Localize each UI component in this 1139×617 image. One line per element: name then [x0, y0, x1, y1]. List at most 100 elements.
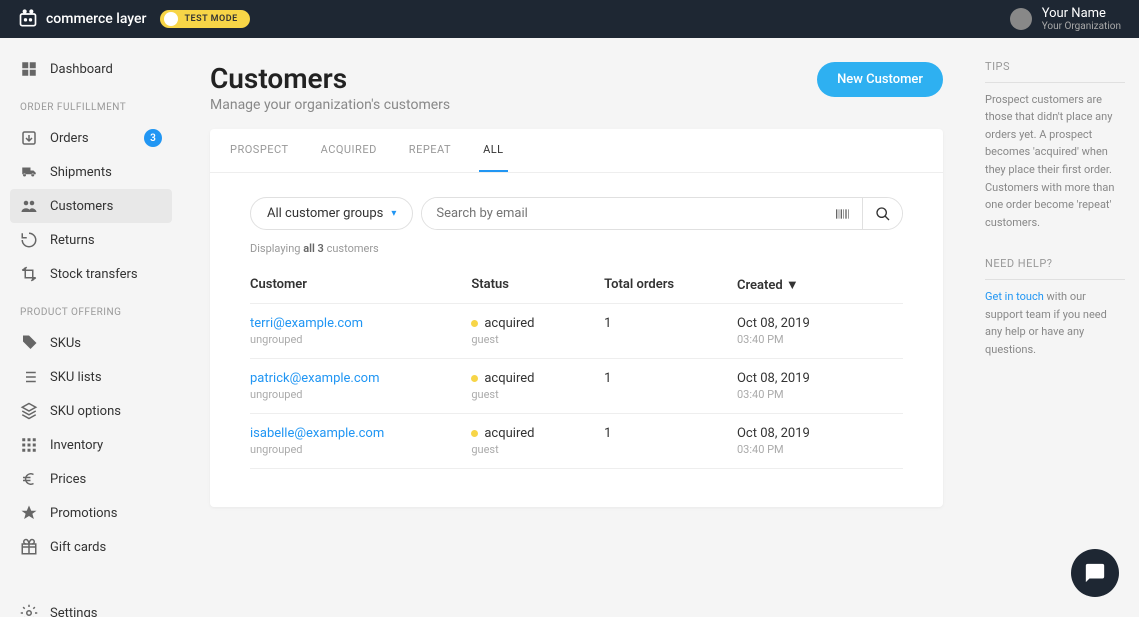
- brand-logo[interactable]: commerce layer: [18, 9, 146, 29]
- tab-all[interactable]: ALL: [479, 129, 508, 172]
- col-header-status[interactable]: Status: [471, 277, 604, 293]
- sidebar-label: SKUs: [50, 336, 81, 351]
- euro-icon: [20, 470, 38, 488]
- customer-role: guest: [471, 443, 604, 456]
- test-mode-badge[interactable]: TEST MODE: [160, 10, 249, 28]
- sidebar-label: Prices: [50, 472, 86, 487]
- sidebar-item-customers[interactable]: Customers: [10, 189, 172, 223]
- customer-email-link[interactable]: patrick@example.com: [250, 371, 471, 386]
- dropdown-label: All customer groups: [267, 206, 383, 221]
- displaying-count: Displaying all 3 customers: [250, 242, 903, 255]
- scan-button[interactable]: [822, 198, 862, 229]
- tips-body: Prospect customers are those that didn't…: [985, 91, 1125, 232]
- col-header-orders[interactable]: Total orders: [604, 277, 737, 293]
- chat-widget-button[interactable]: [1071, 549, 1119, 597]
- sidebar-label: Stock transfers: [50, 267, 138, 282]
- sidebar-item-returns[interactable]: Returns: [10, 223, 172, 257]
- people-icon: [20, 197, 38, 215]
- right-sidebar: TIPS Prospect customers are those that d…: [971, 38, 1139, 617]
- status-dot-icon: [471, 430, 478, 437]
- customer-group: ungrouped: [250, 388, 471, 401]
- search-button[interactable]: [862, 198, 902, 229]
- created-date: Oct 08, 2019: [737, 426, 903, 441]
- orders-icon: [20, 129, 38, 147]
- orders-badge: 3: [144, 129, 162, 147]
- tab-prospect[interactable]: PROSPECT: [226, 129, 293, 172]
- sidebar-item-orders[interactable]: Orders 3: [10, 121, 172, 155]
- customers-card: PROSPECT ACQUIRED REPEAT ALL All custome…: [210, 129, 943, 507]
- col-header-created[interactable]: Created ▼: [737, 277, 903, 293]
- sidebar-item-sku-lists[interactable]: SKU lists: [10, 360, 172, 394]
- created-date: Oct 08, 2019: [737, 316, 903, 331]
- sidebar-label: Inventory: [50, 438, 103, 453]
- sidebar-label: SKU options: [50, 404, 121, 419]
- get-in-touch-link[interactable]: Get in touch: [985, 290, 1044, 303]
- star-icon: [20, 504, 38, 522]
- status-dot-icon: [471, 320, 478, 327]
- tab-repeat[interactable]: REPEAT: [405, 129, 455, 172]
- sidebar-item-prices[interactable]: Prices: [10, 462, 172, 496]
- barcode-icon: [834, 206, 850, 222]
- new-customer-button[interactable]: New Customer: [817, 62, 943, 97]
- sidebar-item-settings[interactable]: Settings: [10, 596, 172, 617]
- sidebar-item-gift-cards[interactable]: Gift cards: [10, 530, 172, 564]
- search-icon: [875, 206, 891, 222]
- sidebar-item-skus[interactable]: SKUs: [10, 326, 172, 360]
- sidebar-label: Settings: [50, 606, 97, 617]
- orders-count: 1: [604, 316, 737, 331]
- sidebar-item-sku-options[interactable]: SKU options: [10, 394, 172, 428]
- test-mode-toggle-dot: [164, 12, 178, 26]
- customer-group: ungrouped: [250, 443, 471, 456]
- table-row[interactable]: terri@example.com ungrouped acquired gue…: [250, 304, 903, 359]
- sidebar-item-promotions[interactable]: Promotions: [10, 496, 172, 530]
- customer-email-link[interactable]: terri@example.com: [250, 316, 471, 331]
- created-date: Oct 08, 2019: [737, 371, 903, 386]
- tabs: PROSPECT ACQUIRED REPEAT ALL: [210, 129, 943, 173]
- table-row[interactable]: isabelle@example.com ungrouped acquired …: [250, 414, 903, 469]
- sidebar-item-stock-transfers[interactable]: Stock transfers: [10, 257, 172, 291]
- return-icon: [20, 231, 38, 249]
- created-time: 03:40 PM: [737, 388, 903, 401]
- status-dot-icon: [471, 375, 478, 382]
- sidebar-section-fulfillment: ORDER FULFILLMENT: [10, 86, 172, 121]
- table-header: Customer Status Total orders Created ▼: [250, 267, 903, 304]
- dashboard-icon: [20, 60, 38, 78]
- tag-icon: [20, 334, 38, 352]
- sidebar-item-dashboard[interactable]: Dashboard: [10, 52, 172, 86]
- created-time: 03:40 PM: [737, 443, 903, 456]
- tips-title: TIPS: [985, 58, 1125, 83]
- page-header: Customers Manage your organization's cus…: [210, 62, 943, 113]
- sidebar-label: Orders: [50, 131, 89, 146]
- topbar: commerce layer TEST MODE Your Name Your …: [0, 0, 1139, 38]
- sidebar-label: Shipments: [50, 165, 112, 180]
- filters: All customer groups ▾ Displaying: [210, 173, 943, 507]
- page-subtitle: Manage your organization's customers: [210, 97, 450, 113]
- search-input[interactable]: [422, 198, 822, 229]
- sidebar: Dashboard ORDER FULFILLMENT Orders 3 Shi…: [0, 38, 182, 617]
- customer-group-dropdown[interactable]: All customer groups ▾: [250, 197, 413, 230]
- help-body: Get in touch with our support team if yo…: [985, 288, 1125, 358]
- grid-icon: [20, 436, 38, 454]
- status-text: acquired: [484, 316, 534, 331]
- logo-icon: [18, 9, 38, 29]
- topbar-left: commerce layer TEST MODE: [18, 9, 250, 29]
- brand-name: commerce layer: [46, 11, 146, 27]
- search-wrap: [421, 197, 903, 230]
- customer-group: ungrouped: [250, 333, 471, 346]
- orders-count: 1: [604, 371, 737, 386]
- sidebar-label: Gift cards: [50, 540, 106, 555]
- sidebar-section-product: PRODUCT OFFERING: [10, 291, 172, 326]
- chat-icon: [1084, 562, 1106, 584]
- col-header-customer[interactable]: Customer: [250, 277, 471, 293]
- table-row[interactable]: patrick@example.com ungrouped acquired g…: [250, 359, 903, 414]
- main-content: Customers Manage your organization's cus…: [182, 38, 971, 617]
- status-text: acquired: [484, 426, 534, 441]
- sidebar-item-inventory[interactable]: Inventory: [10, 428, 172, 462]
- tab-acquired[interactable]: ACQUIRED: [317, 129, 381, 172]
- customer-email-link[interactable]: isabelle@example.com: [250, 426, 471, 441]
- user-info: Your Name Your Organization: [1042, 6, 1121, 32]
- user-menu[interactable]: Your Name Your Organization: [1010, 6, 1121, 32]
- status-text: acquired: [484, 371, 534, 386]
- sidebar-label: Returns: [50, 233, 95, 248]
- sidebar-item-shipments[interactable]: Shipments: [10, 155, 172, 189]
